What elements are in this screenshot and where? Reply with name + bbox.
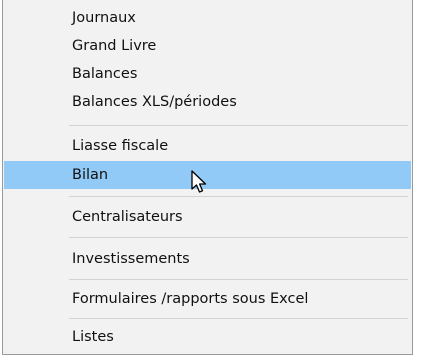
menu-separator: [69, 237, 408, 238]
menu-item-formulaires-rapports-excel[interactable]: Formulaires /rapports sous Excel: [4, 285, 411, 313]
menu-item-balances[interactable]: Balances: [4, 60, 411, 88]
menu-separator: [69, 125, 408, 126]
menu-separator: [69, 318, 408, 319]
menu-item-liasse-fiscale[interactable]: Liasse fiscale: [4, 132, 411, 160]
menu-item-centralisateurs[interactable]: Centralisateurs: [4, 203, 411, 231]
menu-separator: [69, 196, 408, 197]
menu-item-listes[interactable]: Listes: [4, 323, 411, 351]
mouse-pointer-arrow-icon: [191, 170, 207, 193]
menu-item-investissements[interactable]: Investissements: [4, 245, 411, 273]
menu-item-journaux[interactable]: Journaux: [4, 4, 411, 32]
menu-item-balances-xls-periodes[interactable]: Balances XLS/périodes: [4, 88, 411, 116]
menu-separator: [69, 279, 408, 280]
menu-item-grand-livre[interactable]: Grand Livre: [4, 32, 411, 60]
